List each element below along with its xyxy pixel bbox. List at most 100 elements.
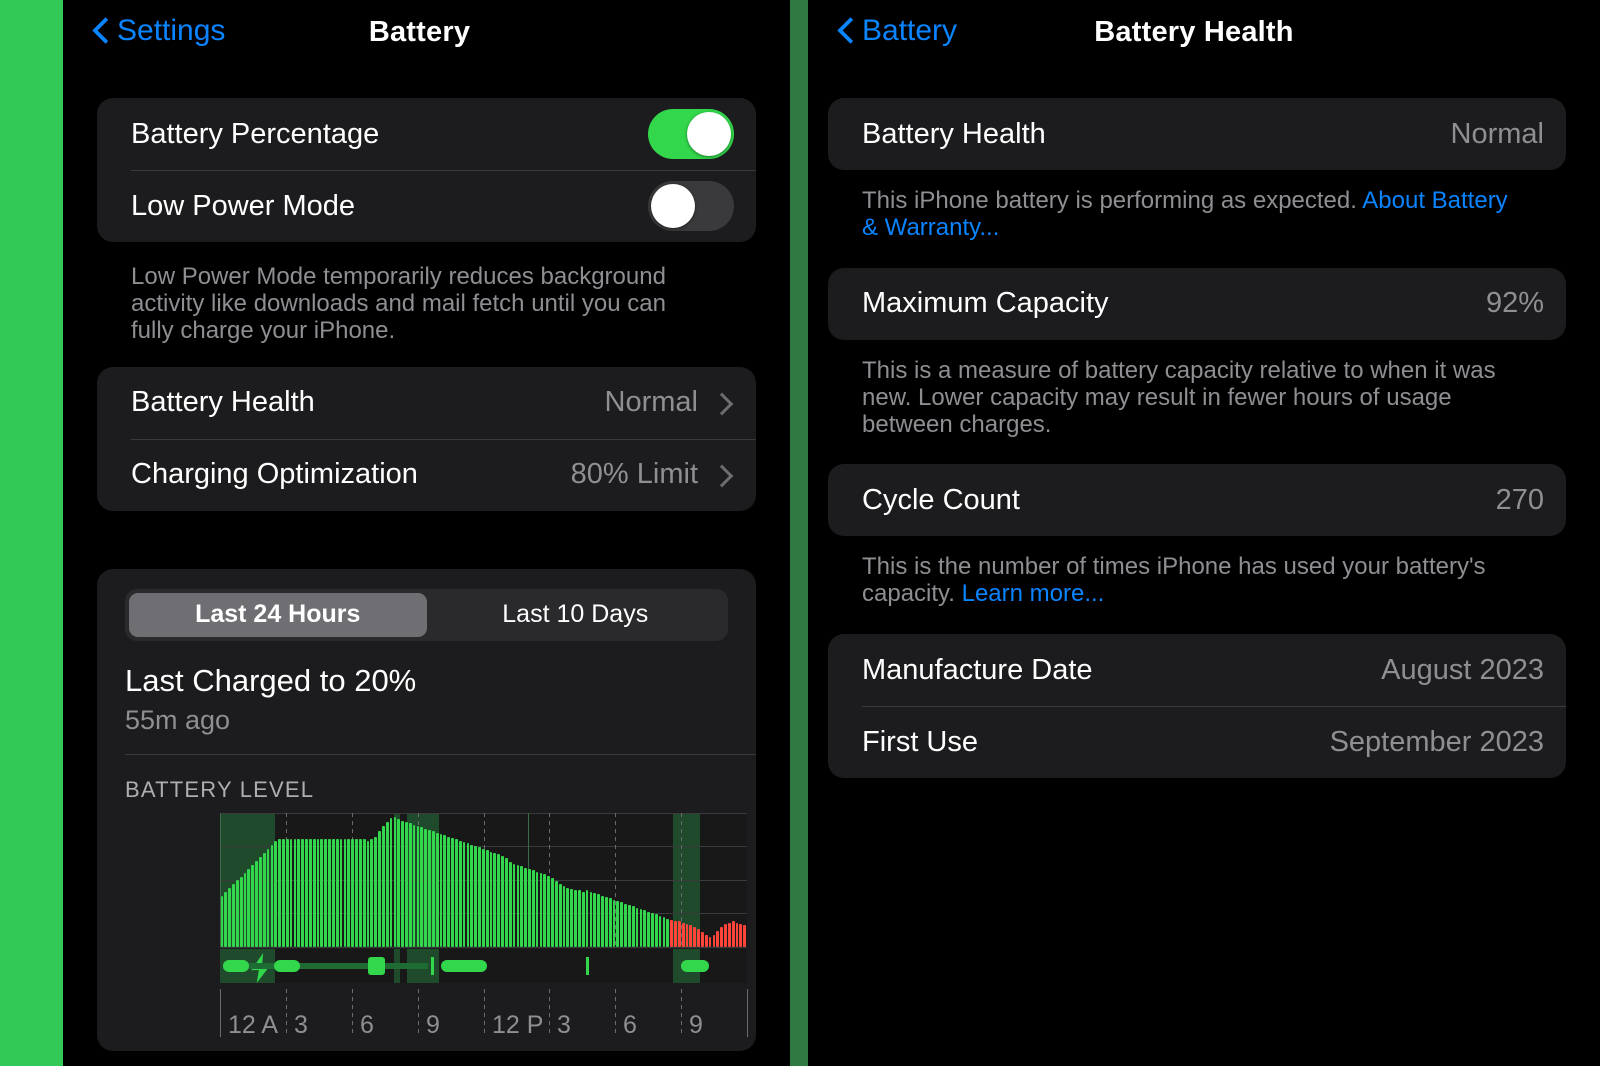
chart-bar	[258, 856, 262, 947]
chart-bar	[370, 839, 374, 947]
segment-last-24-hours[interactable]: Last 24 Hours	[129, 592, 427, 637]
chart-bar	[458, 840, 462, 947]
right-navbar: Battery Battery Health	[808, 0, 1600, 72]
chart-bar	[543, 874, 547, 947]
chart-bar	[528, 868, 531, 947]
chart-bar	[428, 830, 431, 947]
charging-marker	[368, 956, 385, 975]
row-maximum-capacity: Maximum Capacity 92%	[828, 268, 1566, 340]
chart-bar	[627, 905, 631, 947]
chart-bar	[278, 839, 281, 947]
chart-bar	[612, 899, 616, 947]
chart-bar	[697, 929, 700, 947]
usage-range-segmented-control[interactable]: Last 24 Hours Last 10 Days	[125, 588, 728, 641]
chart-bar	[593, 893, 597, 947]
row-charging-optimization[interactable]: Charging Optimization 80% Limit	[97, 438, 756, 511]
chart-bar	[478, 847, 481, 947]
chart-bar	[735, 922, 739, 947]
battery-percentage-toggle[interactable]	[648, 109, 734, 159]
low-power-mode-toggle[interactable]	[648, 181, 734, 231]
chart-bar	[693, 926, 697, 947]
charging-pill	[274, 959, 300, 972]
chart-bar	[420, 827, 424, 947]
battery-health-label: Battery Health	[131, 386, 315, 419]
chart-bar	[255, 860, 258, 947]
battery-level-chart[interactable]: 100%50%0% 12 A36912 P369	[97, 812, 756, 1051]
row-battery-percentage[interactable]: Battery Percentage	[97, 98, 756, 170]
chart-bar	[481, 848, 485, 947]
chart-bar	[724, 923, 727, 947]
maximum-capacity-value: 92%	[1485, 287, 1544, 320]
charging-indicator-strip	[220, 948, 747, 983]
battery-level-chart-heading: BATTERY LEVEL	[125, 776, 315, 802]
low-power-mode-label: Low Power Mode	[131, 189, 356, 222]
segment-last-10-days[interactable]: Last 10 Days	[427, 593, 725, 637]
chart-bar	[385, 822, 389, 947]
chart-bar	[332, 839, 335, 947]
chart-x-tick	[286, 988, 287, 1037]
toggle-knob	[651, 184, 695, 228]
maximum-capacity-label: Maximum Capacity	[862, 287, 1109, 320]
chart-bar	[708, 937, 712, 947]
last-charged-subtitle: 55m ago	[125, 704, 231, 735]
chart-bar	[489, 851, 493, 947]
chart-x-tick	[352, 988, 353, 1037]
chart-bar	[316, 839, 320, 947]
chart-x-tick	[747, 988, 748, 1037]
toggle-knob	[687, 112, 731, 156]
chart-bar	[504, 858, 508, 947]
chart-bar	[328, 839, 331, 947]
chart-bar	[512, 863, 516, 947]
row-low-power-mode[interactable]: Low Power Mode	[97, 170, 756, 242]
chart-bar	[578, 890, 581, 947]
chart-bar	[455, 839, 458, 947]
charging-track	[223, 962, 428, 969]
chart-bar	[524, 867, 527, 947]
first-use-value: September 2023	[1329, 725, 1544, 758]
chart-bar	[320, 839, 324, 947]
chart-plot-area[interactable]	[220, 812, 747, 948]
battery-health-panel: Battery Battery Health Battery Health No…	[808, 0, 1600, 1066]
chart-bar	[704, 934, 708, 947]
battery-health-label: Battery Health	[862, 117, 1046, 150]
left-accent-strip	[0, 0, 63, 1066]
chart-bar	[466, 843, 470, 947]
chart-bar	[247, 868, 251, 947]
chart-bar	[443, 835, 447, 947]
chart-bar	[604, 897, 608, 947]
chart-bar	[324, 839, 328, 947]
chart-bar	[451, 838, 454, 947]
learn-more-link[interactable]: Learn more...	[962, 580, 1105, 607]
chart-bar	[270, 844, 274, 947]
chart-bar	[312, 839, 316, 947]
chart-bar	[220, 895, 224, 947]
chart-bar	[562, 886, 566, 947]
chevron-right-icon	[712, 464, 734, 486]
chart-bar	[535, 871, 539, 947]
chart-bar	[301, 839, 305, 947]
last-charged-title: Last Charged to 20%	[125, 662, 417, 698]
chart-bar	[239, 876, 243, 947]
chart-bar	[235, 879, 239, 947]
chart-bar	[624, 903, 627, 947]
battery-dates-card: Manufacture Date August 2023 First Use S…	[828, 634, 1566, 779]
chart-bar	[654, 914, 658, 947]
chart-bar	[658, 915, 662, 947]
row-battery-health[interactable]: Battery Health Normal	[97, 367, 756, 439]
chart-bar	[581, 891, 585, 947]
chart-bars	[220, 813, 747, 947]
chart-bar	[474, 846, 477, 947]
first-use-label: First Use	[862, 725, 978, 758]
chart-bar	[620, 902, 624, 947]
battery-health-card: Battery Health Normal	[828, 98, 1566, 170]
chart-bar	[551, 878, 554, 947]
chart-x-tick-label: 9	[426, 1010, 440, 1039]
chart-bar	[493, 852, 497, 947]
chart-bar	[712, 934, 716, 947]
cycle-count-label: Cycle Count	[862, 483, 1020, 516]
row-cycle-count: Cycle Count 270	[828, 464, 1566, 536]
chart-bar	[347, 839, 351, 947]
chart-bar	[647, 911, 650, 947]
chart-bar	[716, 930, 720, 947]
chart-bar	[520, 866, 524, 947]
